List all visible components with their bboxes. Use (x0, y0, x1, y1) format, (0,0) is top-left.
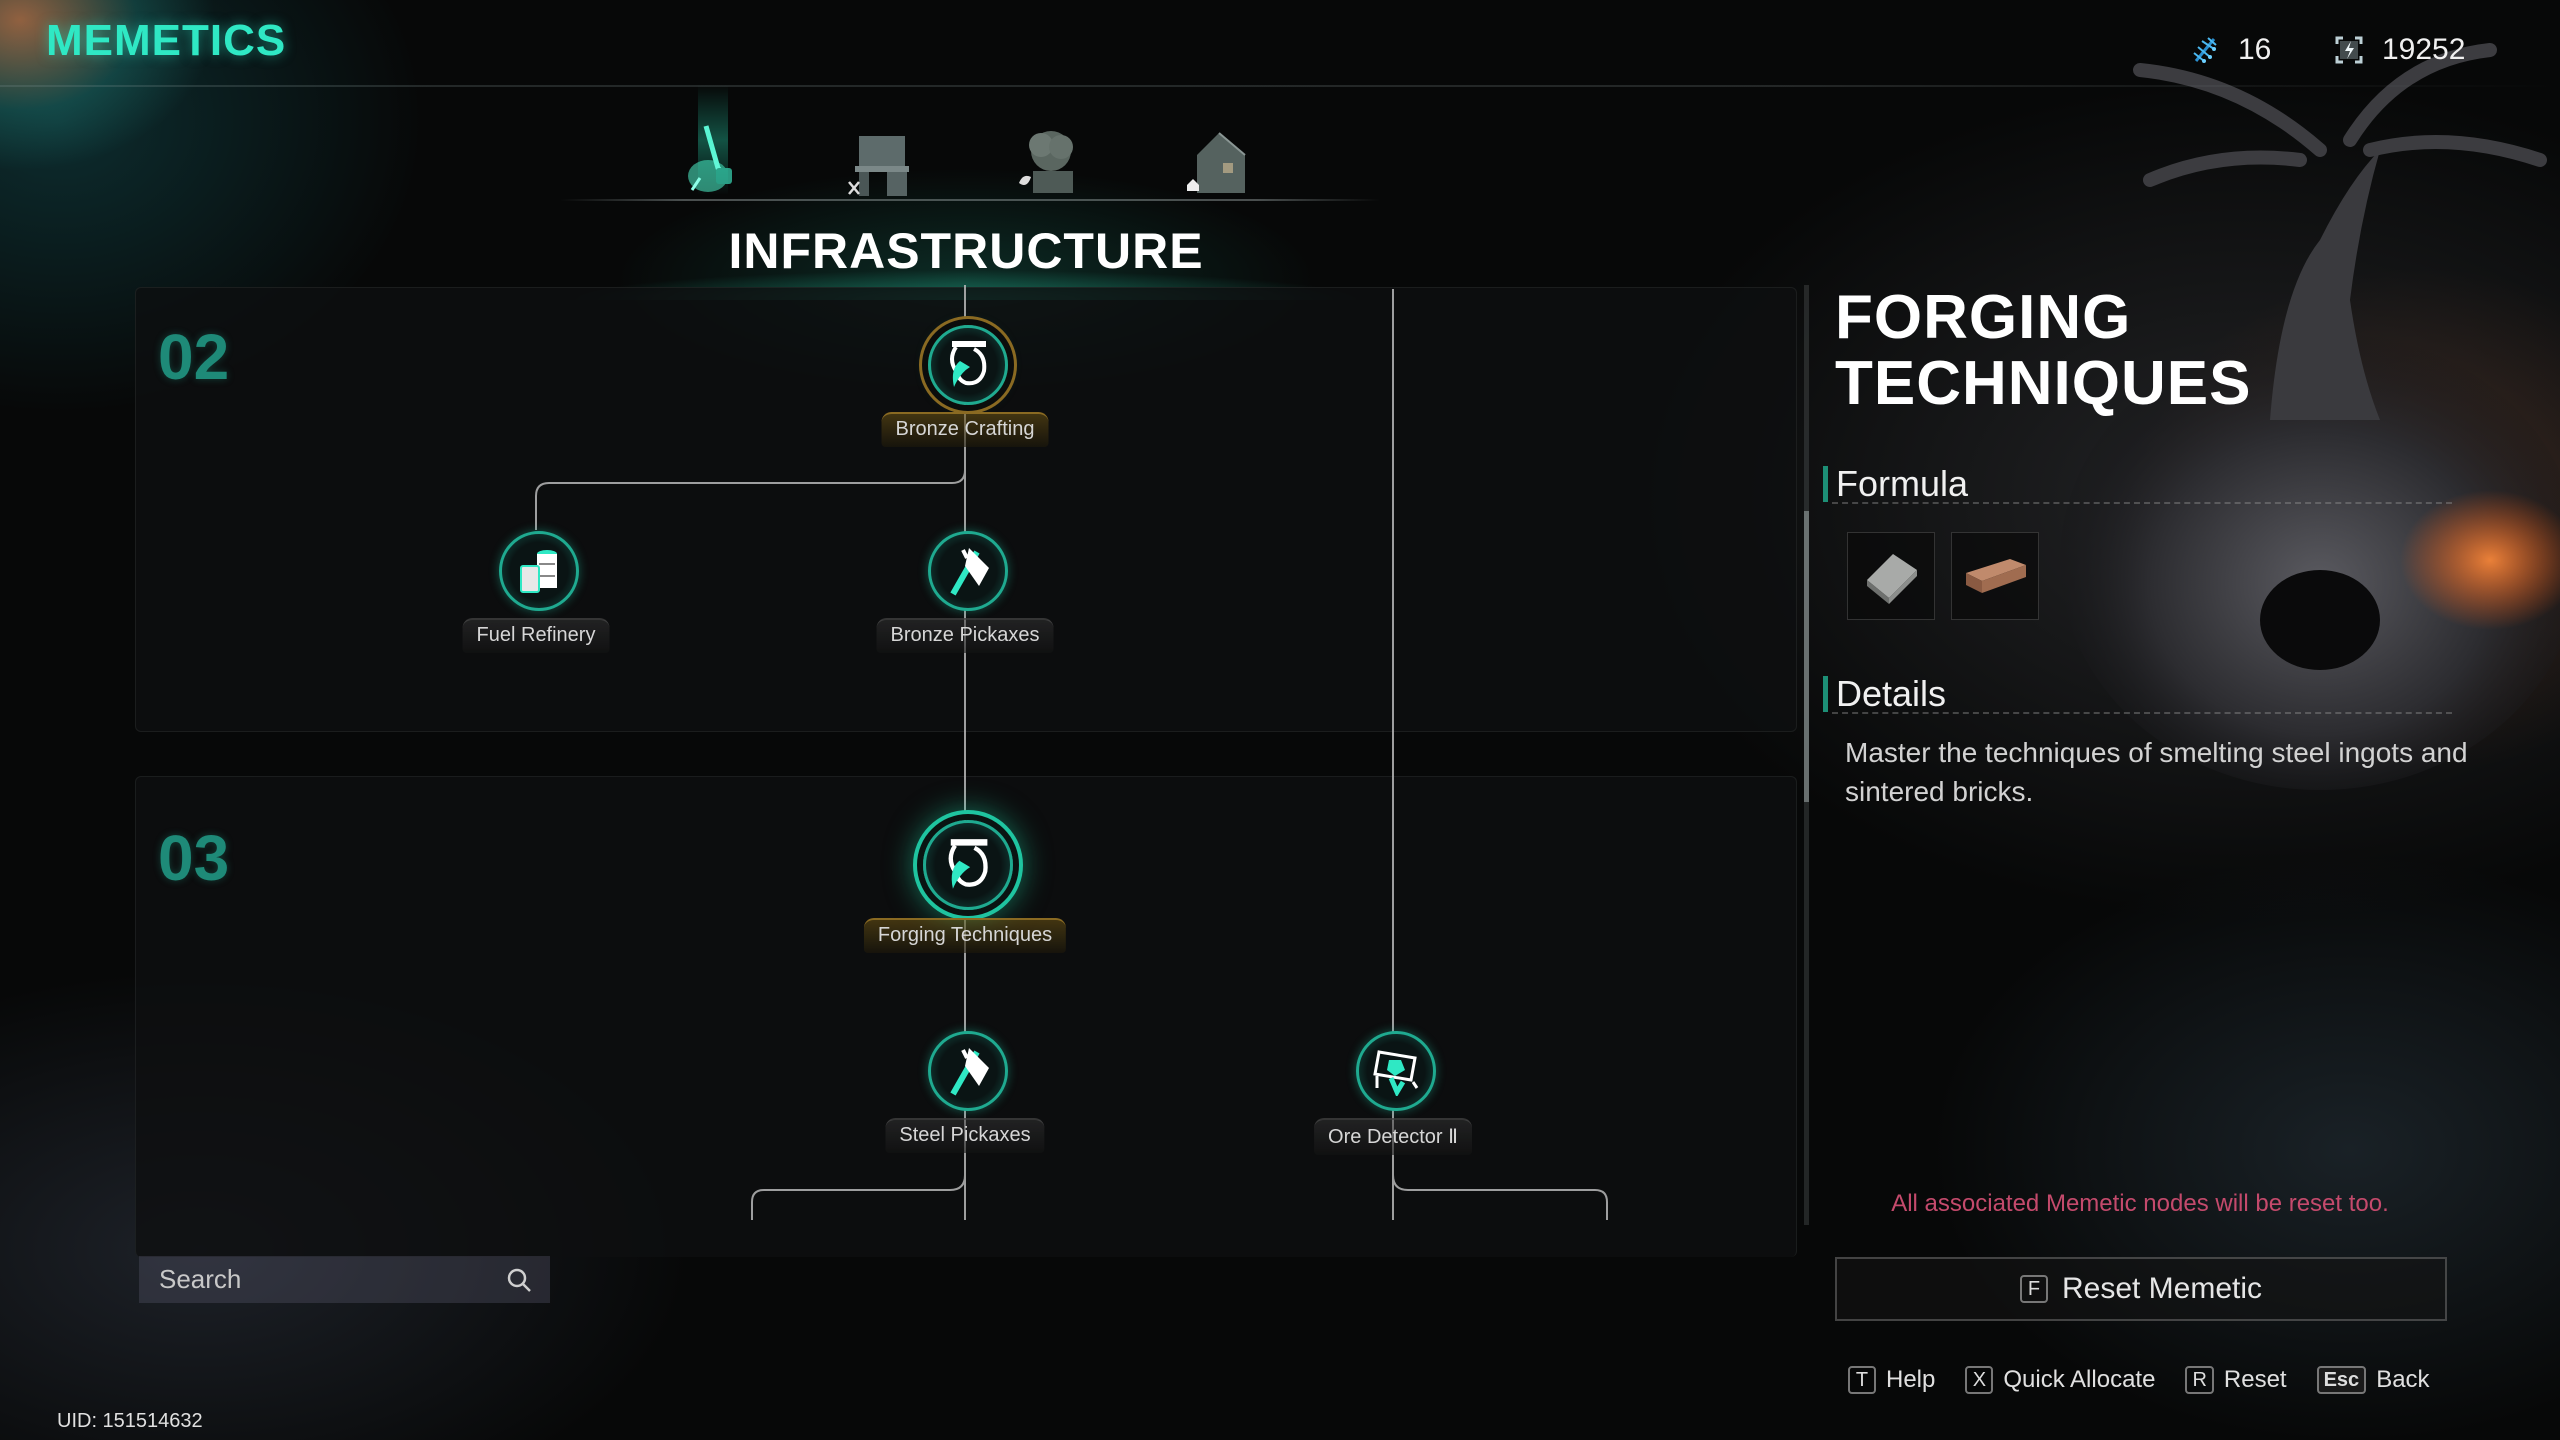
key-esc: Esc (2316, 1366, 2367, 1394)
node-label-steel-pickaxes: Steel Pickaxes (885, 1118, 1045, 1153)
node-label-fuel-refinery: Fuel Refinery (462, 618, 610, 653)
hint-reset[interactable]: R Reset (2185, 1366, 2287, 1394)
tier-label: 03 (158, 822, 230, 894)
detail-title: FORGING TECHNIQUES (1835, 285, 2251, 417)
detail-title-line1: FORGING (1835, 283, 2132, 352)
node-label-ore-detector-2: Ore Detector Ⅱ (1314, 1118, 1472, 1155)
pickaxe-icon (950, 548, 989, 596)
energy-resource: 19252 (2334, 30, 2465, 70)
energy-chip-icon (2335, 36, 2363, 64)
chainsaw-logs-icon (688, 125, 732, 192)
formula-item-sintered-brick[interactable] (1951, 532, 2039, 620)
details-divider (1832, 712, 2452, 714)
node-fuel-refinery[interactable] (499, 531, 579, 611)
details-heading: Details (1823, 676, 1946, 712)
brick-icon (1966, 559, 2026, 593)
node-bronze-crafting[interactable] (928, 325, 1008, 405)
detail-description: Master the techniques of smelting steel … (1845, 737, 2468, 807)
section-title: INFRASTRUCTURE (728, 223, 1204, 279)
fuel-barrel-icon (520, 550, 557, 593)
formula-item-steel-ingot[interactable] (1847, 532, 1935, 620)
header-divider (0, 85, 2560, 87)
hint-label: Help (1886, 1366, 1936, 1393)
energy-count: 19252 (2382, 33, 2466, 66)
hint-label: Reset (2223, 1366, 2287, 1393)
user-id: UID: 151514632 (57, 1410, 203, 1432)
pickaxe-icon (950, 1048, 989, 1096)
tab-planter[interactable] (1005, 115, 1095, 200)
tree-scrollbar[interactable] (1804, 285, 1809, 1225)
reset-memetic-button[interactable]: F Reset Memetic (1835, 1257, 2447, 1321)
steel-ingot-icon (1867, 554, 1917, 604)
node-steel-pickaxes[interactable] (928, 1031, 1008, 1111)
crucible-icon (948, 839, 988, 889)
formula-heading: Formula (1823, 466, 1968, 502)
tab-house[interactable] (1173, 115, 1263, 200)
reset-warning: All associated Memetic nodes will be res… (1891, 1190, 2389, 1217)
node-forging-techniques[interactable] (923, 820, 1013, 910)
app-title: MEMETICS (46, 16, 287, 65)
key-r: R (2185, 1366, 2214, 1394)
node-label-bronze-pickaxes: Bronze Pickaxes (876, 618, 1054, 653)
key-f: F (2019, 1275, 2048, 1303)
search-box (139, 1256, 550, 1303)
tab-chainsaw[interactable] (668, 85, 758, 200)
scrollbar-thumb[interactable] (1804, 510, 1809, 802)
key-hints: T Help X Quick Allocate R Reset Esc Back (1848, 1366, 2430, 1394)
dna-icon (2193, 37, 2217, 63)
formula-divider (1832, 502, 2452, 504)
hint-label: Quick Allocate (2003, 1366, 2156, 1393)
key-t: T (1848, 1366, 1876, 1394)
hint-back[interactable]: Esc Back (2316, 1366, 2430, 1394)
tab-workbench[interactable] (837, 115, 927, 200)
node-label-bronze-crafting: Bronze Crafting (881, 412, 1049, 447)
node-ore-detector-2[interactable] (1356, 1031, 1436, 1111)
detail-title-line2: TECHNIQUES (1835, 349, 2252, 418)
dna-count: 16 (2238, 33, 2272, 66)
ore-detector-icon (1373, 1050, 1419, 1096)
dna-resource: 16 (2190, 30, 2271, 70)
tier-label: 02 (158, 321, 230, 393)
house-icon (1187, 132, 1246, 193)
hint-help[interactable]: T Help (1848, 1366, 1935, 1394)
crucible-icon (950, 341, 987, 387)
hint-quick-allocate[interactable]: X Quick Allocate (1965, 1366, 2155, 1394)
hint-label: Back (2376, 1366, 2430, 1393)
reset-memetic-label: Reset Memetic (2061, 1272, 2263, 1305)
planter-icon (1019, 131, 1073, 193)
key-x: X (1965, 1366, 1994, 1394)
node-bronze-pickaxes[interactable] (928, 531, 1008, 611)
search-icon[interactable] (506, 1267, 532, 1293)
search-input[interactable] (157, 1263, 461, 1296)
workbench-icon (848, 136, 909, 196)
node-label-forging-techniques: Forging Techniques (863, 918, 1067, 953)
